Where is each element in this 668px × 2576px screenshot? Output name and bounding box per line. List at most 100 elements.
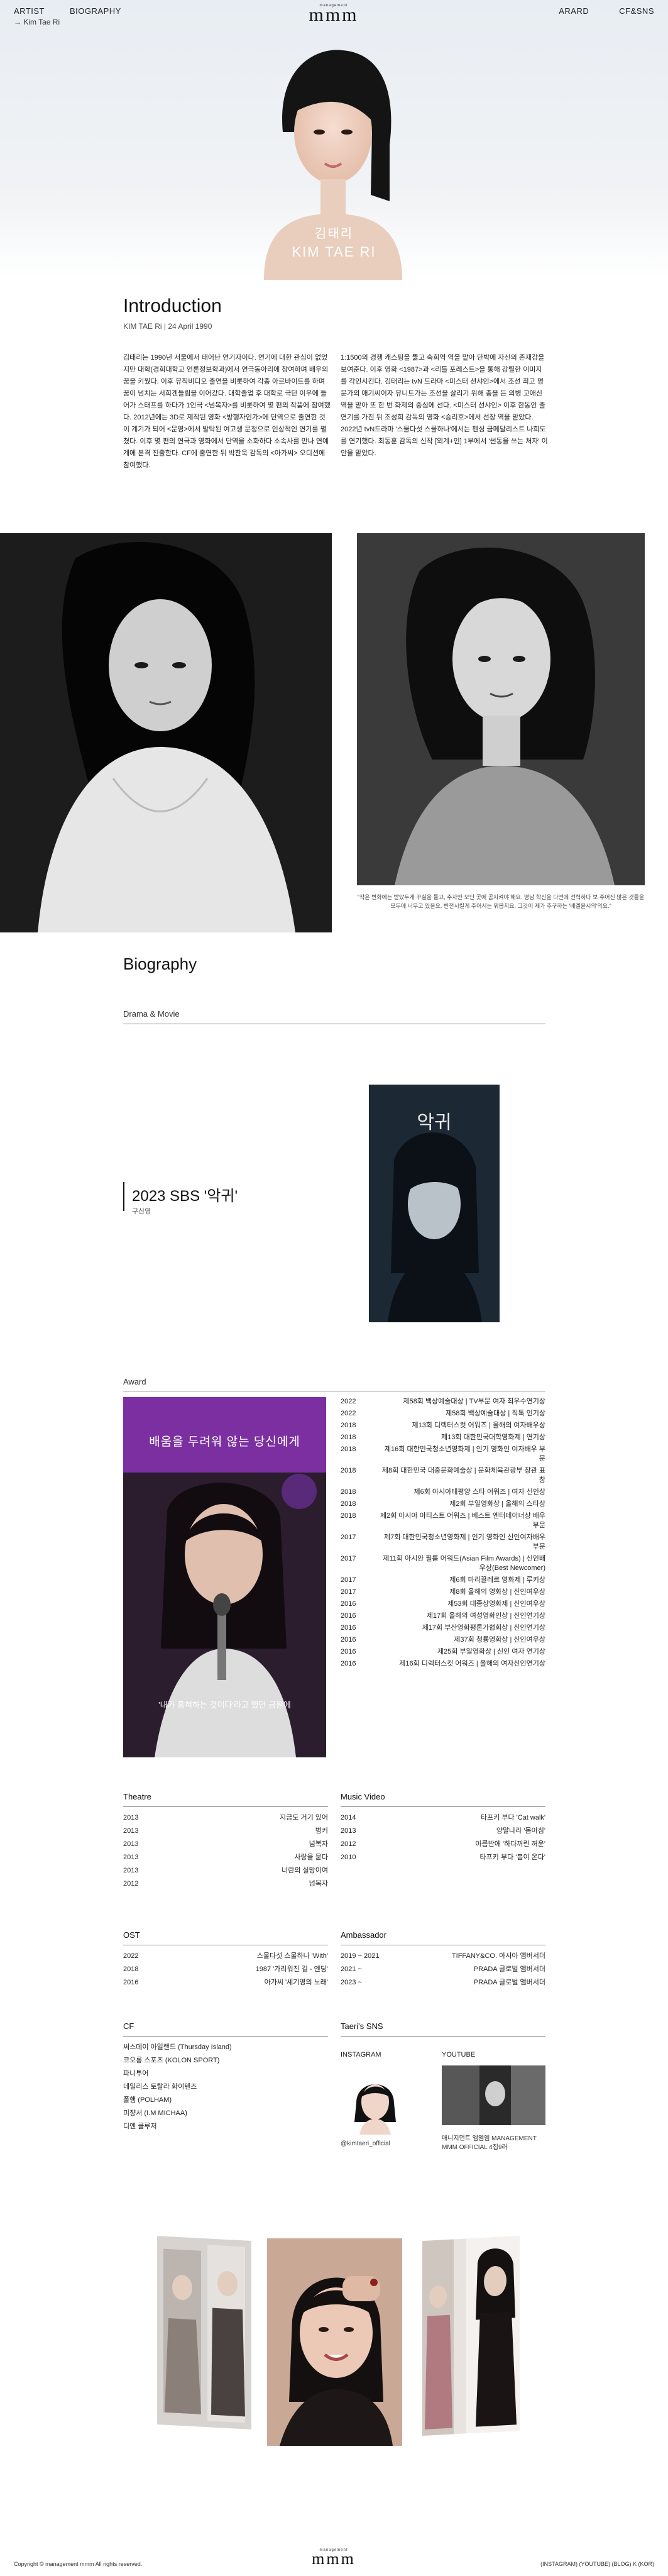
award-row-text: 제8회 대한민국 대중문화예술상 | 문화체육관광부 장관 표창 xyxy=(381,1467,545,1484)
nav-award-link[interactable]: ARARD xyxy=(559,6,589,16)
nav-cf-sns-link[interactable]: CF&SNS xyxy=(619,6,654,16)
cf-item: 써스데이 아일랜드 (Thursday Island) xyxy=(123,2043,232,2051)
award-row-text: 제17회 올해의 여성영화인상 | 신인연기상 xyxy=(426,1612,545,1620)
youtube-label: YOUTUBE xyxy=(442,2051,476,2059)
top-navigation: ARTIST BIOGRAPHY → Kim Tae Ri management… xyxy=(0,0,668,31)
instagram-label: INSTAGRAM xyxy=(341,2051,381,2059)
award-row: 2018 제6회 아시아태평양 스타 어워즈 | 여자 신인상 xyxy=(341,1488,545,1497)
copyright-text: Copyright © management mmm All rights re… xyxy=(14,2561,143,2567)
biography-title: Biography xyxy=(123,954,197,973)
award-row-year: 2016 xyxy=(341,1600,356,1608)
music-video-row-year: 2012 xyxy=(341,1840,356,1848)
award-row: 2018 제8회 대한민국 대중문화예술상 | 문화체육관광부 장관 표창 xyxy=(341,1466,545,1485)
ambassador-row: 2023 ~ PRADA 글로벌 앰버서더 xyxy=(341,1978,545,1987)
award-list: 2022 제58회 백상예술대상 | TV부문 여자 최우수연기상 2022 제58회… xyxy=(341,1397,545,1671)
music-video-section: Music Video 2014 타프키 부다 'Cat walk' 2013 양말나… xyxy=(341,1792,545,1866)
intro-title: Introduction xyxy=(123,296,222,316)
gallery-image-2-svg xyxy=(267,2238,402,2446)
ost-section: OST 2022 스물다섯 스물하나 'With' 2018 1987 '가리워진 길… xyxy=(123,1930,328,1991)
music-video-list: 2014 타프키 부다 'Cat walk' 2013 양말나라 '몸아침' 2012 아… xyxy=(341,1813,545,1862)
svg-text:악귀: 악귀 xyxy=(417,1112,451,1133)
award-row: 2022 제58회 백상예술대상 | 직톡 인기상 xyxy=(341,1409,545,1418)
award-row-text: 제16회 대한민국청소년영화제 | 인기 영화인 여자배우 부문 xyxy=(384,1446,545,1462)
footer-logo-big-text: mmm xyxy=(312,2550,356,2568)
ambassador-row-year: 2023 ~ xyxy=(341,1979,362,1986)
music-video-row: 2014 타프키 부다 'Cat walk' xyxy=(341,1813,545,1823)
cf-item: 코오롱 스포츠 (KOLON SPORT) xyxy=(123,2057,220,2064)
award-row: 2017 제7회 대한민국청소년영화제 | 인기 영화인 신인여자배우 부문 xyxy=(341,1533,545,1552)
award-row-text: 제8회 올해의 영화상 | 신인여우상 xyxy=(449,1588,545,1596)
drama-accent-bar xyxy=(123,1182,124,1211)
ost-row-text: 1987 '가리워진 길 - 엔딩' xyxy=(255,1965,328,1973)
youtube-caption[interactable]: 매니지먼트 엠엠엠 MANAGEMENT MMM OFFICIAL 4집9러 xyxy=(442,2135,545,2152)
hero-section: 김태리 KIM TAE RI xyxy=(0,0,668,280)
award-row-year: 2016 xyxy=(341,1612,356,1620)
award-row: 2017 제11회 아시안 필름 어워드(Asian Film Awards) |… xyxy=(341,1554,545,1573)
award-row: 2017 제8회 올해의 영화상 | 신인여우상 xyxy=(341,1588,545,1597)
nav-left: ARTIST BIOGRAPHY xyxy=(14,6,121,16)
cf-heading: CF xyxy=(123,2021,328,2037)
award-row-text: 제6회 아시아태평양 스타 어워즈 | 여자 신인상 xyxy=(413,1488,545,1496)
intro-text-right: 1:1500의 경쟁 캐스팅을 뚫고 숙희역 역을 맡아 단박에 자신의 존재감… xyxy=(341,354,548,457)
ambassador-section: Ambassador 2019 ~ 2021 TIFFANY&CO. 아시아 앰버… xyxy=(341,1930,545,1991)
cf-item: 미쟝셔 (I.M MICHAA) xyxy=(123,2109,187,2117)
nav-artist-link[interactable]: ARTIST xyxy=(14,6,45,16)
ambassador-heading: Ambassador xyxy=(341,1930,545,1945)
youtube-thumbnail[interactable] xyxy=(442,2065,545,2125)
theatre-row-text: 넘복자 xyxy=(309,1840,328,1848)
award-row-year: 2016 xyxy=(341,1624,356,1632)
theatre-row-year: 2013 xyxy=(123,1814,139,1821)
ost-row-text: 스물다섯 스물하나 'With' xyxy=(256,1952,328,1960)
music-video-row: 2013 양말나라 '몸아침' xyxy=(341,1827,545,1836)
music-video-row-text: 아름반애 '하다꺼린 꺼운' xyxy=(475,1840,545,1848)
ost-row: 2022 스물다섯 스물하나 'With' xyxy=(123,1952,328,1961)
award-row-year: 2018 xyxy=(341,1434,356,1441)
award-row-text: 제17회 부산영화평론가협회상 | 신인연기상 xyxy=(422,1624,545,1632)
site-logo[interactable]: management mmm xyxy=(302,4,365,25)
portrait-right-image xyxy=(357,533,645,885)
nav-biography-link[interactable]: BIOGRAPHY xyxy=(70,6,121,16)
award-row-year: 2022 xyxy=(341,1398,356,1405)
award-row: 2016 제25회 부일영화상 | 신인 여자 연기상 xyxy=(341,1647,545,1657)
instagram-thumbnail-image xyxy=(341,2065,410,2135)
award-subtitle-text: '내가 흡혀하는 것이다'라고 했던 금원에 xyxy=(158,1700,291,1710)
instagram-thumbnail[interactable] xyxy=(341,2065,410,2135)
footer-links[interactable]: (INSTAGRAM) (YOUTUBE) (BLOG) K (KOR) xyxy=(540,2561,654,2567)
portrait-photo-left xyxy=(0,533,332,932)
ambassador-row-year: 2019 ~ 2021 xyxy=(341,1952,380,1960)
drama-poster[interactable]: 악귀 xyxy=(369,1085,500,1322)
award-row: 2016 제16회 디렉터스컷 어워즈 | 올해의 여자신인연기상 xyxy=(341,1659,545,1669)
theatre-heading: Theatre xyxy=(123,1792,328,1807)
award-row: 2018 제2회 부일영화상 | 올해의 스타상 xyxy=(341,1500,545,1509)
music-video-row: 2010 타프키 부다 '봄이 온다' xyxy=(341,1853,545,1862)
award-row-text: 제13회 대한민국대학영화제 | 연기상 xyxy=(441,1434,545,1441)
cf-item: 파니투어 xyxy=(123,2070,149,2077)
footer-logo[interactable]: management mmm xyxy=(302,2548,365,2568)
drama-poster-image: 악귀 xyxy=(369,1085,500,1322)
award-row-text: 제7회 대한민국청소년영화제 | 인기 영화인 신인여자배우 부문 xyxy=(383,1534,545,1551)
breadcrumb[interactable]: → Kim Tae Ri xyxy=(14,18,60,26)
music-video-row: 2012 아름반애 '하다꺼린 꺼운' xyxy=(341,1840,545,1849)
theatre-row-year: 2013 xyxy=(123,1840,139,1848)
award-row-text: 제6회 마리끌레르 영화제 | 루키상 xyxy=(449,1576,545,1584)
ambassador-row-text: PRADA 글로벌 앰버서더 xyxy=(473,1979,545,1986)
theatre-row: 2013 넘복자 xyxy=(123,1840,328,1849)
award-row-text: 제37회 청룡영화상 | 신인여우상 xyxy=(454,1636,545,1644)
theatre-row-year: 2013 xyxy=(123,1867,139,1874)
award-row-text: 제58회 백상예술대상 | 직톡 인기상 xyxy=(446,1410,545,1417)
instagram-handle[interactable]: @kimtaeri_official xyxy=(341,2140,390,2148)
sns-section: Taeri's SNS xyxy=(341,2021,545,2043)
cf-item: 데일리스 토탈라 화이텐즈 xyxy=(123,2083,197,2091)
award-row: 2022 제58회 백상예술대상 | TV부문 여자 최우수연기상 xyxy=(341,1397,545,1407)
ambassador-row-year: 2021 ~ xyxy=(341,1965,362,1973)
ost-row-year: 2016 xyxy=(123,1979,139,1986)
award-row-year: 2017 xyxy=(341,1576,356,1584)
award-row-year: 2018 xyxy=(341,1422,356,1429)
gallery-image-1-svg xyxy=(157,2236,251,2430)
music-video-row-text: 양말나라 '몸아침' xyxy=(496,1827,545,1835)
cf-section: CF 써스데이 아일랜드 (Thursday Island) 코오롱 스포츠 (K… xyxy=(123,2021,328,2135)
award-row-text: 제2회 아시아 아티스트 어워즈 | 베스트 엔터테이너상 배우부문 xyxy=(380,1512,545,1529)
award-row: 2016 제37회 청룡영화상 | 신인여우상 xyxy=(341,1635,545,1645)
youtube-thumbnail-image xyxy=(442,2065,545,2125)
theatre-row: 2013 너란의 실망이여 xyxy=(123,1866,328,1876)
